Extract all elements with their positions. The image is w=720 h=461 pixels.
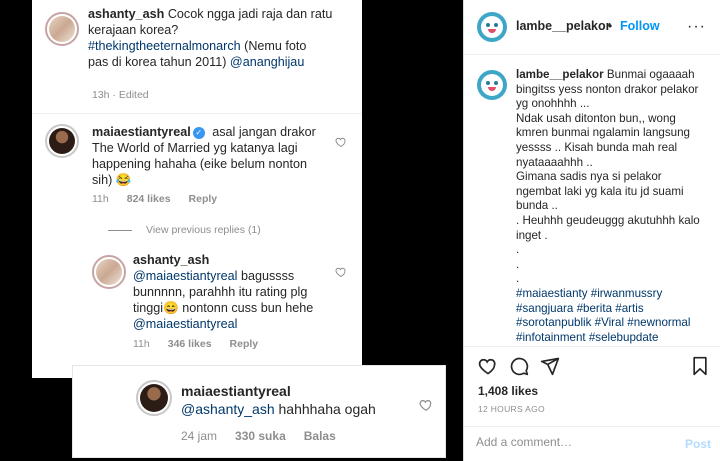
likes-count: 330 suka: [235, 429, 286, 443]
mention-link: @maiaestiantyreal: [133, 317, 238, 331]
heart-icon: [335, 267, 346, 278]
comment-meta: 13h · Edited: [92, 89, 149, 101]
mention-link: @ananghijau: [229, 55, 305, 69]
post-sidebar: lambe__pelakor • Follow ··· lambe__pelak…: [463, 0, 720, 461]
comment-username: ashanty_ash: [88, 7, 165, 21]
reply-label: Reply: [188, 193, 218, 205]
post-actions: [478, 356, 710, 378]
add-comment-bar: Post: [464, 426, 720, 461]
comment-input[interactable]: [476, 435, 666, 449]
comment-text: ashanty_ash @maiaestiantyreal bagussss b…: [133, 253, 314, 331]
post-header: lambe__pelakor • Follow ···: [464, 0, 720, 55]
hashtag-link[interactable]: #sorotanpublik #Viral #newnormal: [516, 316, 712, 331]
divider: [32, 113, 362, 114]
post-comment-button[interactable]: Post: [685, 437, 711, 451]
mention-link: @ashanty_ash: [181, 401, 275, 417]
avatar: [136, 380, 172, 416]
view-previous-replies: View previous replies (1): [108, 224, 261, 236]
likes-count: 346 likes: [167, 338, 212, 350]
comment-text: maiaestiantyreal @ashanty_ash hahhhaha o…: [181, 383, 376, 417]
bookmark-icon[interactable]: [690, 356, 710, 376]
likes-count[interactable]: 1,408 likes: [478, 384, 538, 398]
profile-username[interactable]: lambe__pelakor: [516, 19, 611, 33]
overlay-comment-screenshot: maiaestiantyreal @ashanty_ash hahhhaha o…: [73, 366, 445, 457]
comment-meta: 24 jam 330 suka Balas: [181, 429, 336, 443]
comment-meta: 11h 824 likes Reply: [92, 193, 218, 205]
separator-dot: •: [608, 19, 613, 33]
heart-icon: [335, 137, 346, 148]
follow-button[interactable]: Follow: [620, 19, 660, 33]
heart-icon: [419, 400, 432, 411]
caption-avatar[interactable]: [477, 70, 507, 100]
caption-username[interactable]: lambe__pelakor: [516, 68, 604, 81]
divider: [464, 346, 720, 347]
share-icon[interactable]: [540, 356, 560, 376]
reply-label: Balas: [303, 429, 336, 443]
hashtag-link: #thekingtheeternalmonarch: [88, 39, 241, 53]
comment-meta: 11h 346 likes Reply: [133, 338, 259, 350]
comment-username: maiaestiantyreal: [92, 125, 191, 139]
post-timestamp: 12 HOURS AGO: [478, 404, 545, 414]
comment-text: maiaestiantyreal ✓ asal jangan drakor The…: [92, 125, 316, 187]
hashtag-link[interactable]: #maiaestianty #irwanmussry: [516, 287, 712, 302]
likes-count: 824 likes: [126, 193, 171, 205]
comment-username: maiaestiantyreal: [181, 383, 291, 399]
avatar: [45, 12, 79, 46]
avatar: [45, 124, 79, 158]
more-options-icon[interactable]: ···: [687, 18, 706, 36]
comment-text: ashanty_ash Cocok ngga jadi raja dan rat…: [88, 7, 333, 69]
post-caption: lambe__pelakor Bunmai ogaaaah bingitss y…: [516, 68, 712, 345]
hashtag-link[interactable]: #sangjuara #berita #artis: [516, 302, 712, 317]
comment-username: ashanty_ash: [133, 253, 210, 267]
like-heart-icon[interactable]: [478, 356, 498, 376]
avatar: [92, 255, 126, 289]
profile-avatar[interactable]: [477, 12, 507, 42]
comment-icon[interactable]: [509, 356, 529, 376]
instagram-post-view: ashanty_ash Cocok ngga jadi raja dan rat…: [0, 0, 720, 461]
hashtag-link[interactable]: #infotainment #selebupdate: [516, 331, 712, 346]
post-image-comments-screenshot: ashanty_ash Cocok ngga jadi raja dan rat…: [32, 0, 362, 378]
reply-label: Reply: [229, 338, 259, 350]
verified-badge-icon: ✓: [192, 127, 205, 139]
mention-link: @maiaestiantyreal: [133, 269, 238, 283]
